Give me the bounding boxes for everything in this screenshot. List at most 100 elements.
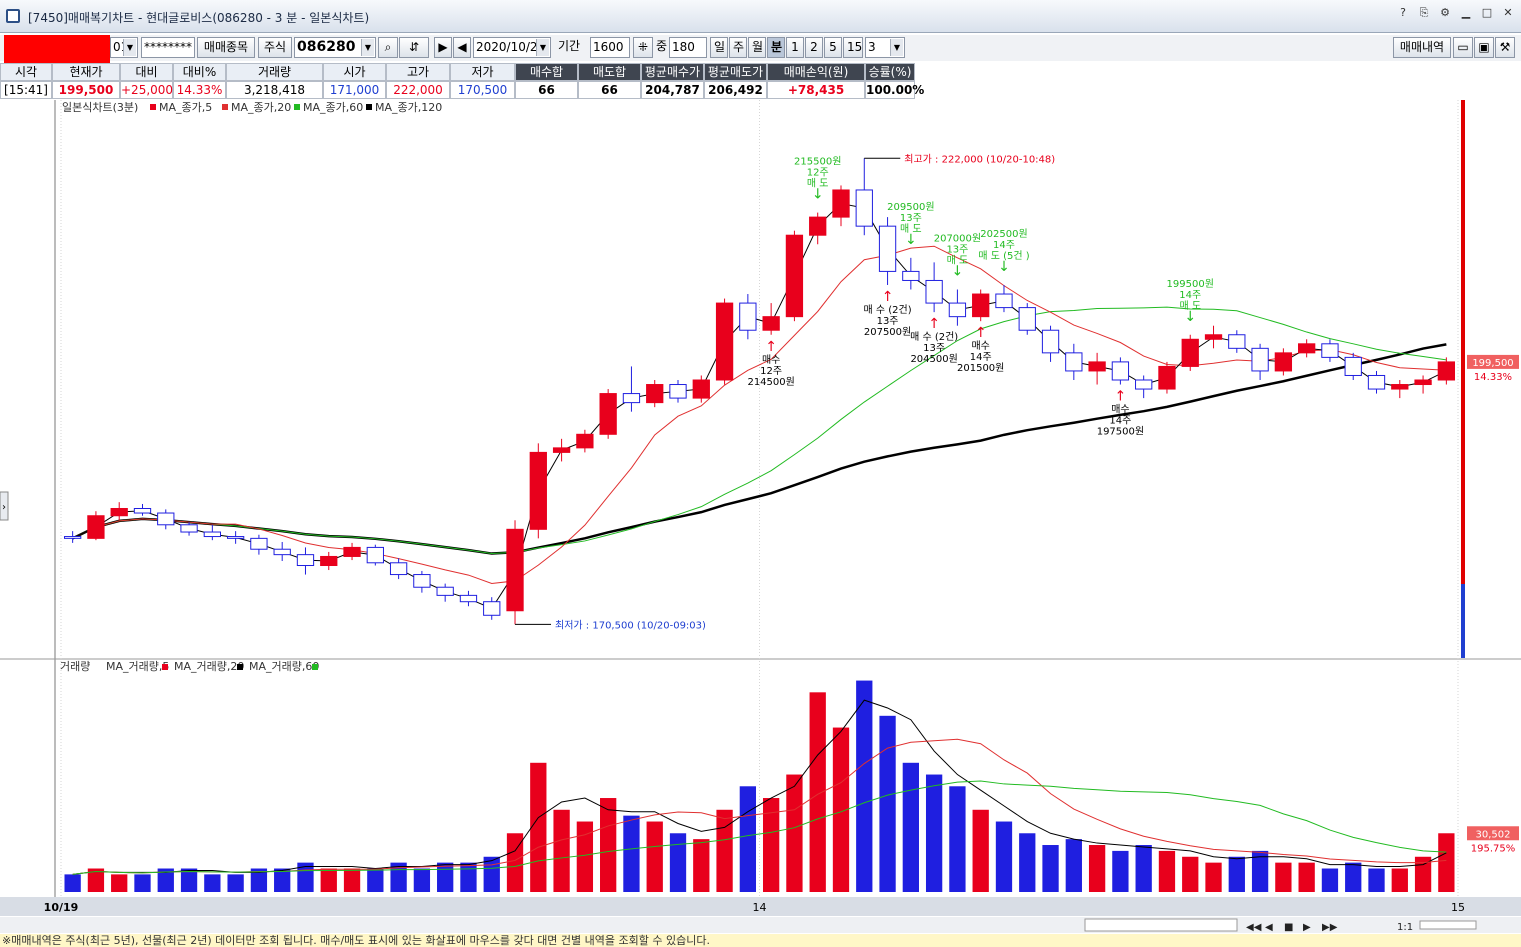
volume-bar — [1438, 833, 1455, 892]
folder-icon[interactable]: ▭ — [1453, 37, 1473, 58]
nav-control-icon[interactable]: ▶ — [1303, 922, 1311, 933]
period-button-day[interactable]: 일 — [710, 37, 728, 58]
chart-area[interactable]: › 일본식차트(3분) MA_종가,5 MA_종가,20 MA_종가,60 MA_종가,1… — [0, 100, 1521, 934]
buy-arrow-icon: ↑ — [1115, 389, 1127, 405]
volume-bar — [739, 786, 757, 892]
chevron-down-icon[interactable]: ▼ — [361, 39, 374, 56]
password-mask: ******** — [144, 40, 192, 54]
period-button-minute[interactable]: 분 — [767, 37, 785, 58]
sell-annotation-text: 매 도 — [947, 255, 969, 267]
wrench-icon[interactable]: ⚒ — [1495, 37, 1515, 58]
volume-bar — [995, 821, 1013, 892]
candle-body — [436, 586, 454, 596]
sell-annotation-text: 209500원 — [887, 201, 934, 213]
zoom-slider — [1419, 920, 1477, 930]
volume-bar — [227, 874, 244, 892]
candle-body — [1367, 374, 1386, 390]
sell-annotation-text: 매 도 — [807, 178, 829, 190]
save-icon[interactable]: ▣ — [1474, 37, 1494, 58]
help-icon[interactable]: ? — [1394, 6, 1412, 22]
sell-annotation-text: 13주 — [900, 213, 922, 224]
candle-body — [1437, 361, 1456, 381]
account-select[interactable]: 01 ▼ — [110, 37, 138, 58]
sell-annotation-text: 매 도 (5건 ) — [978, 250, 1029, 262]
candle-body — [366, 546, 384, 564]
sell-annotation-text: 14주 — [1179, 290, 1201, 301]
count-input[interactable]: 180 — [669, 37, 707, 58]
volume-bar — [1391, 868, 1408, 892]
volume-legend-swatch — [237, 664, 243, 670]
settings-icon[interactable]: ⚙ — [1436, 6, 1454, 22]
price-change-pct: 14.33% — [1474, 372, 1512, 383]
volume-bar — [669, 833, 687, 892]
maximize-icon[interactable]: □ — [1478, 6, 1496, 22]
candle-body — [226, 536, 245, 539]
market-type-button[interactable]: 주식 — [258, 37, 292, 58]
candle-body — [1274, 352, 1293, 372]
candle-body — [1204, 334, 1223, 340]
buy-annotation-text: 매 수 (2건) — [863, 304, 911, 316]
candle-body — [250, 537, 268, 550]
chevron-down-icon[interactable]: ▼ — [123, 39, 136, 56]
period-button-week[interactable]: 주 — [729, 37, 747, 58]
candle-body — [739, 302, 757, 331]
quote-value-cell: 66 — [515, 81, 578, 99]
chart-settings-icon[interactable]: ⁜ — [633, 37, 653, 58]
password-field[interactable]: ******** — [141, 37, 195, 58]
price-pane-title: 일본식차트(3분) — [62, 100, 138, 114]
close-icon[interactable]: ✕ — [1499, 6, 1517, 22]
buy-annotation-text: 201500원 — [957, 362, 1004, 374]
candle-body — [948, 302, 967, 318]
buy-annotation-text: 매수 — [762, 354, 780, 366]
quote-value-row: [15:41] 199,500 +25,000 14.33% 3,218,418 171,… — [0, 81, 955, 99]
quote-value-cell: [15:41] — [0, 81, 52, 99]
candle-body — [180, 524, 198, 533]
nav-control-icon[interactable]: ◀◀ — [1246, 922, 1262, 933]
date-picker[interactable]: 2020/10/20 ▼ — [473, 37, 551, 58]
quote-value-cell: 222,000 — [386, 81, 450, 99]
interval-button-1[interactable]: 1 — [786, 37, 804, 58]
chevron-down-icon[interactable]: ▼ — [536, 39, 549, 56]
interval-select[interactable]: 3 ▼ — [865, 37, 905, 58]
legend-label: MA_종가,5 — [159, 101, 212, 114]
candle-body — [1391, 384, 1409, 390]
interval-button-5[interactable]: 5 — [824, 37, 842, 58]
time-axis-label: 15 — [1451, 901, 1465, 914]
candle-body — [785, 234, 804, 318]
volume-bar — [1042, 845, 1059, 892]
nav-control-icon[interactable]: ■ — [1284, 922, 1293, 933]
title-bar: [7450]매매복기차트 - 현대글로비스(086280 - 3 분 - 일본식… — [0, 0, 1521, 33]
sort-icon[interactable]: ⇵ — [399, 37, 429, 58]
period-input[interactable]: 1600 — [590, 37, 630, 58]
legend-swatch — [294, 104, 300, 110]
candle-body — [878, 225, 897, 272]
stock-code-input[interactable]: 086280 ▼ — [294, 37, 376, 58]
candle-body — [576, 433, 594, 449]
volume-bar — [1345, 862, 1362, 892]
link-icon[interactable]: ⎘ — [1415, 6, 1433, 22]
nav-control-icon[interactable]: ◀ — [1265, 922, 1273, 933]
candle-body — [343, 546, 361, 557]
minimize-icon[interactable]: ▁ — [1457, 6, 1475, 22]
quote-header-cell: 매수합 — [515, 63, 578, 81]
last-volume-value: 30,502 — [1476, 829, 1511, 840]
chevron-down-icon[interactable]: ▼ — [890, 39, 903, 56]
candle-body — [1018, 307, 1036, 331]
candle-body — [1111, 361, 1130, 381]
period-button-month[interactable]: 월 — [748, 37, 766, 58]
trade-item-button[interactable]: 매매종목 — [197, 37, 255, 58]
next-arrow-icon[interactable]: ▶ — [434, 37, 452, 58]
interval-button-2[interactable]: 2 — [805, 37, 823, 58]
quote-value-cell: 100.00% — [865, 81, 925, 99]
chevron-right-icon: › — [2, 502, 6, 513]
volume-bar — [413, 868, 431, 892]
prev-arrow-icon[interactable]: ◀ — [453, 37, 471, 58]
candle-body — [669, 384, 687, 399]
volume-bar — [134, 874, 151, 892]
quote-value-cell: 3,218,418 — [226, 81, 323, 99]
trade-history-button[interactable]: 매매내역 — [1393, 37, 1451, 58]
nav-control-icon[interactable]: ▶▶ — [1322, 922, 1338, 933]
candle-body — [715, 302, 734, 381]
interval-button-15[interactable]: 15 — [843, 37, 863, 58]
search-icon[interactable]: ⌕ — [378, 37, 398, 58]
